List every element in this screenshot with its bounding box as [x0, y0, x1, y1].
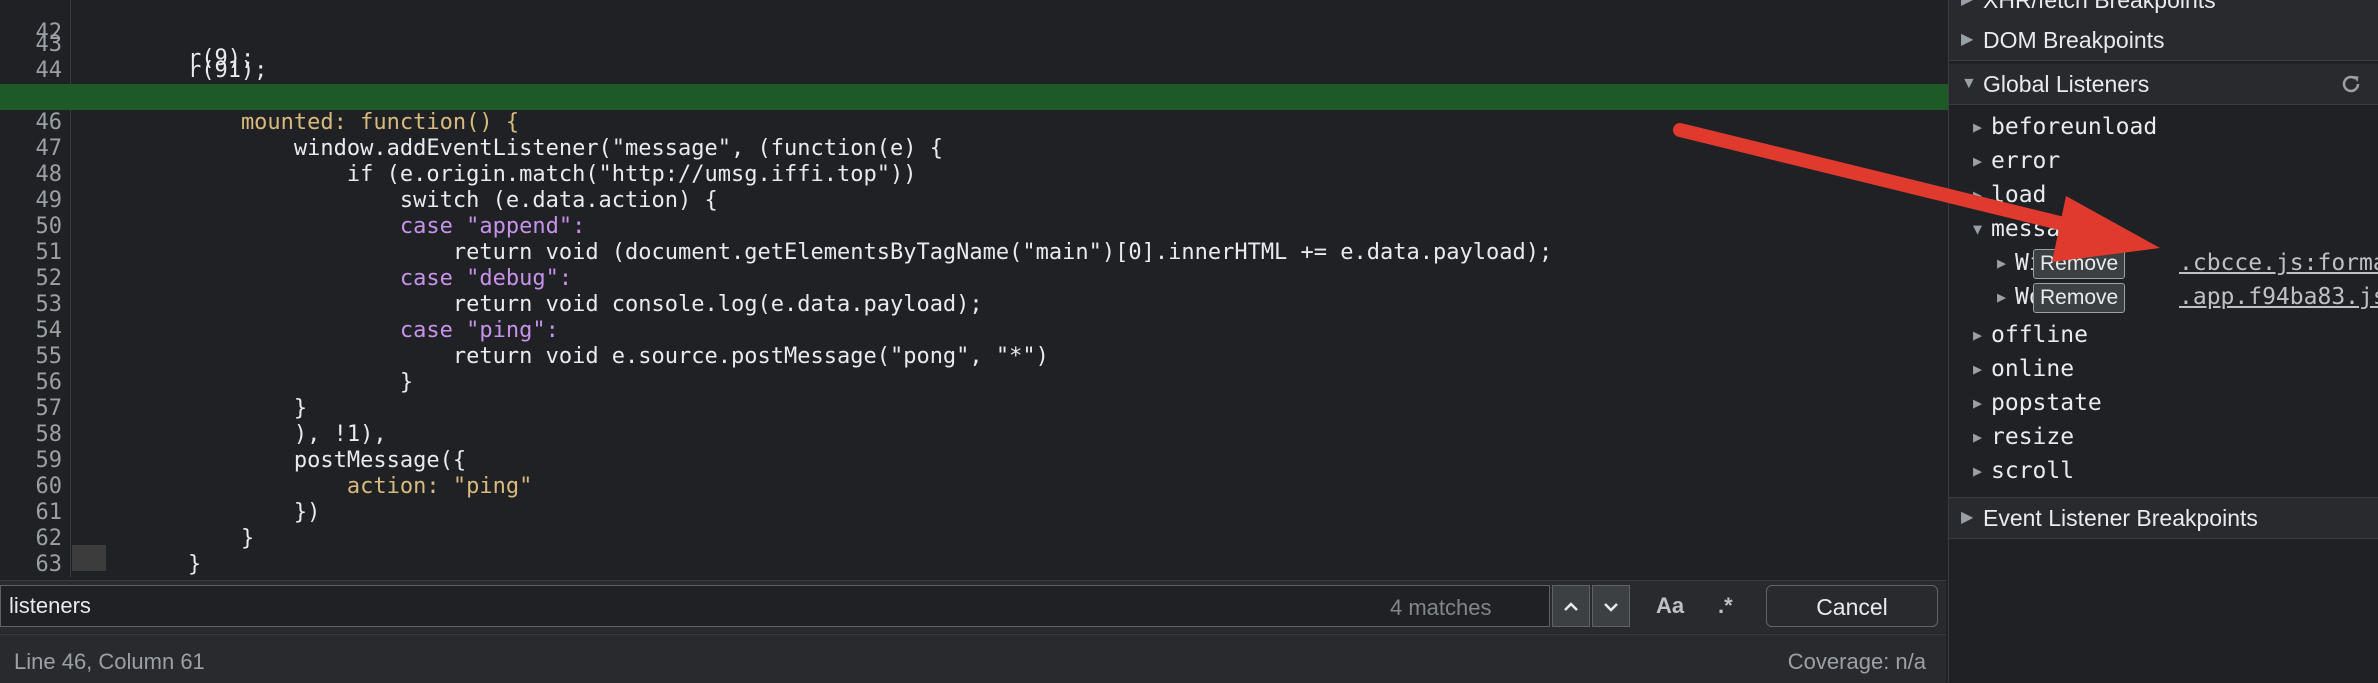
event-label: error [1991, 148, 2061, 174]
triangle-right-icon: ▶ [1973, 118, 1983, 136]
code-line-63: 63 , o = r(68) [0, 526, 1948, 577]
coverage-status[interactable]: Coverage: n/a [1788, 649, 1926, 675]
code-line-45: 45 mounted: function() { [0, 58, 1948, 135]
listener-source-link[interactable]: .cbcce.js:formatted [2179, 246, 2378, 280]
message-listener-item[interactable]: ▶ Wo .app.f94ba83.js:2 Remove [1949, 280, 2378, 314]
remove-listener-button[interactable]: Remove [2033, 283, 2126, 313]
listener-event-message[interactable]: ▼ message [1949, 212, 2378, 246]
match-count: 4 matches [1390, 595, 1492, 620]
dom-breakpoints-header[interactable]: ▶ DOM Breakpoints [1949, 20, 2378, 61]
triangle-right-icon: ▶ [1997, 288, 2007, 306]
listener-event-beforeunload[interactable]: ▶ beforeunload [1949, 110, 2378, 144]
listener-event-offline[interactable]: ▶ offline [1949, 318, 2378, 352]
breakpoints-sidebar: ▶ XHR/fetch Breakpoints ▶ DOM Breakpoint… [1948, 0, 2378, 682]
listener-source-link[interactable]: .app.f94ba83.js:2 [2179, 280, 2378, 314]
code-line-60: 60 }) [0, 448, 1948, 525]
code-line-58: 58 postMessage({ [0, 396, 1948, 473]
search-input[interactable] [0, 585, 1550, 627]
triangle-right-icon: ▶ [1973, 326, 1983, 344]
triangle-right-icon: ▶ [1973, 152, 1983, 170]
event-label: message [1991, 216, 2088, 242]
next-match-button[interactable] [1592, 585, 1630, 627]
section-label: Event Listener Breakpoints [1983, 505, 2258, 531]
global-listeners-header[interactable]: ▼ Global Listeners [1949, 64, 2378, 105]
event-label: resize [1991, 424, 2075, 450]
event-listener-breakpoints-header[interactable]: ▶ Event Listener Breakpoints [1949, 497, 2378, 539]
code-line-51: 51 case "debug": [0, 214, 1948, 291]
chevron-down-icon [1604, 602, 1618, 612]
triangle-right-icon: ▶ [1997, 254, 2007, 272]
source-editor[interactable]: 42 r(9); 43 r(91); 44 var n = { 45 mount… [0, 0, 1948, 577]
triangle-right-icon: ▶ [1961, 0, 1973, 20]
code-line-44: 44 var n = { [0, 32, 1948, 109]
cursor-position: Line 46, Column 61 [14, 649, 205, 674]
listener-event-scroll[interactable]: ▶ scroll [1949, 454, 2378, 488]
listener-event-popstate[interactable]: ▶ popstate [1949, 386, 2378, 420]
code-line-56: 56 } [0, 344, 1948, 421]
code-line-57: 57 ), !1), [0, 370, 1948, 447]
event-label: popstate [1991, 390, 2102, 416]
remove-listener-button[interactable]: Remove [2033, 249, 2126, 279]
refresh-icon[interactable] [2339, 72, 2363, 96]
section-label: XHR/fetch Breakpoints [1983, 0, 2216, 13]
triangle-right-icon: ▶ [1973, 394, 1983, 412]
code-line-53: 53 case "ping": [0, 266, 1948, 343]
message-listener-item[interactable]: ▶ Wi .cbcce.js:formatted Remove [1949, 246, 2378, 280]
triangle-down-icon: ▼ [1961, 75, 1977, 92]
triangle-right-icon: ▶ [1973, 428, 1983, 446]
code-line-61: 61 } [0, 474, 1948, 551]
code-line-46-highlighted: 46 window.addEventListener("message", (f… [0, 84, 1948, 161]
code-line-64: 64 , l = r(104) [0, 552, 1948, 577]
code-line-54: 54 return void e.source.postMessage("pon… [0, 292, 1948, 369]
triangle-right-icon: ▶ [1961, 509, 1974, 526]
regex-button[interactable]: .* [1718, 593, 1733, 619]
search-bar: 4 matches Aa .* Cancel [0, 580, 1946, 633]
xhr-breakpoints-header[interactable]: ▶ XHR/fetch Breakpoints [1949, 0, 2378, 21]
listener-event-resize[interactable]: ▶ resize [1949, 420, 2378, 454]
code-line-50: 50 return void (document.getElementsByTa… [0, 188, 1948, 265]
code-line-52: 52 return void console.log(e.data.payloa… [0, 240, 1948, 317]
event-label: beforeunload [1991, 114, 2158, 140]
listener-event-error[interactable]: ▶ error [1949, 144, 2378, 178]
match-case-button[interactable]: Aa [1656, 593, 1684, 619]
event-label: offline [1991, 322, 2088, 348]
section-label: Global Listeners [1983, 71, 2150, 97]
code-line-48: 48 switch (e.data.action) { [0, 136, 1948, 213]
code-line-55: 55 } [0, 318, 1948, 395]
listener-event-online[interactable]: ▶ online [1949, 352, 2378, 386]
chevron-up-icon [1564, 601, 1578, 611]
code-line-49: 49 case "append": [0, 162, 1948, 239]
cancel-button[interactable]: Cancel [1766, 585, 1938, 627]
section-label: DOM Breakpoints [1983, 27, 2165, 53]
triangle-right-icon: ▶ [1961, 31, 1974, 48]
triangle-right-icon: ▶ [1973, 360, 1983, 378]
event-label: online [1991, 356, 2075, 382]
triangle-down-icon: ▼ [1973, 220, 1983, 238]
status-bar: Line 46, Column 61 Coverage: n/a [0, 634, 1946, 683]
code-line-59: 59 action: "ping" [0, 422, 1948, 499]
triangle-right-icon: ▶ [1973, 462, 1983, 480]
previous-match-button[interactable] [1552, 585, 1590, 627]
triangle-right-icon: ▶ [1973, 186, 1983, 204]
listener-event-load[interactable]: ▶ load [1949, 178, 2378, 212]
code-line-43: 43 r(91); [0, 6, 1948, 83]
code-line-62: 62 } [0, 500, 1948, 577]
event-label: scroll [1991, 458, 2075, 484]
event-label: load [1991, 182, 2047, 208]
code-line-47: 47 if (e.origin.match("http://umsg.iffi.… [0, 110, 1948, 187]
